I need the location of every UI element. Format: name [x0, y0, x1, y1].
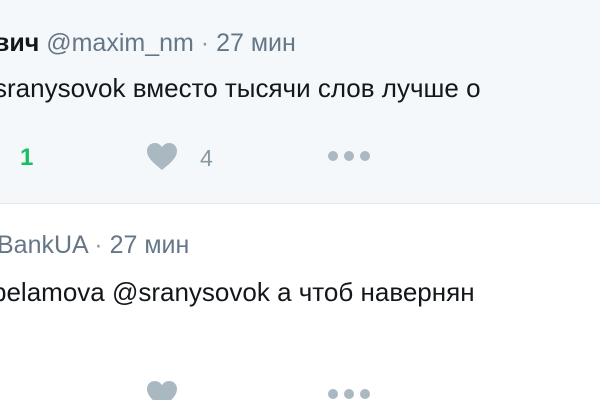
header-separator: ·	[200, 29, 210, 57]
tweet-timestamp[interactable]: 27 мин	[216, 29, 296, 57]
like-count: 4	[200, 145, 213, 171]
tweet-text: sranysovok вместо тысячи слов лучше о	[0, 73, 481, 103]
reply-count[interactable]: 1	[20, 144, 33, 172]
author-handle[interactable]: @maxim_nm	[46, 29, 194, 57]
author-name[interactable]: вич	[0, 29, 39, 57]
heart-icon	[147, 380, 177, 400]
tweet-actions	[0, 376, 600, 400]
tweet-item[interactable]: BankUA · 27 мин belamova @sranysovok а ч…	[0, 204, 600, 400]
heart-icon	[147, 142, 177, 170]
author-handle[interactable]: BankUA	[0, 231, 87, 259]
tweet-timestamp[interactable]: 27 мин	[110, 231, 190, 259]
tweet-header: вич @maxim_nm · 27 мин	[0, 28, 296, 58]
more-options-button[interactable]	[326, 384, 372, 400]
like-button[interactable]	[144, 138, 180, 174]
tweet-item[interactable]: вич @maxim_nm · 27 мин sranysovok вместо…	[0, 0, 600, 204]
header-separator: ·	[94, 231, 103, 259]
tweet-feed: вич @maxim_nm · 27 мин sranysovok вместо…	[0, 0, 600, 400]
like-button[interactable]	[144, 376, 180, 400]
tweet-actions: 1 4	[0, 138, 600, 178]
tweet-text: belamova @sranysovok а чтоб навернян	[0, 277, 475, 307]
more-dots-icon	[328, 389, 370, 399]
tweet-header: BankUA · 27 мин	[0, 230, 189, 260]
more-dots-icon	[328, 151, 370, 161]
more-options-button[interactable]	[326, 146, 372, 166]
